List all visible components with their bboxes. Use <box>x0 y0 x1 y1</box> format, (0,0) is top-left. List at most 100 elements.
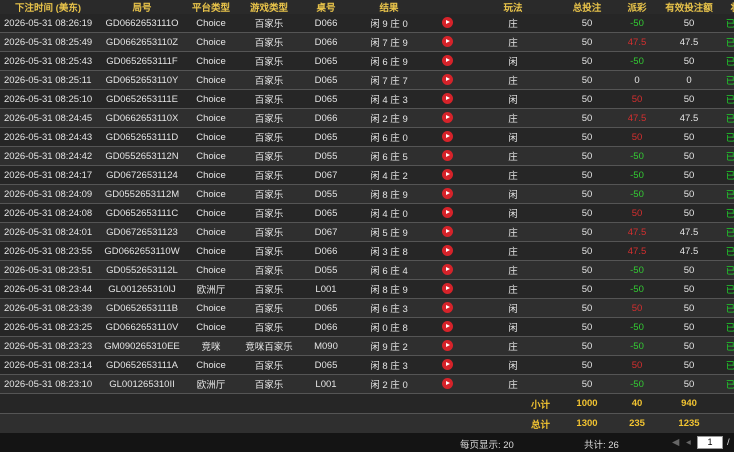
game-type-cell: 百家乐 <box>234 70 304 90</box>
status-cell: 已派彩 <box>716 222 734 242</box>
play-video-icon[interactable] <box>441 131 453 143</box>
time-cell: 2026-05-31 08:24:45 <box>0 108 96 128</box>
bet-side-cell: 庄 <box>464 165 562 185</box>
play-video-icon[interactable] <box>441 321 453 333</box>
bet-side-cell: 庄 <box>464 146 562 166</box>
empty-cell <box>234 413 304 434</box>
time-cell: 2026-05-31 08:24:08 <box>0 203 96 223</box>
play-video-icon[interactable] <box>441 264 453 276</box>
bet-side-cell: 闲 <box>464 317 562 337</box>
total-bet: 1300 <box>562 413 612 434</box>
page-number-input[interactable]: 1 <box>697 436 723 449</box>
payout-cell: -50 <box>612 336 662 356</box>
play-video-icon[interactable] <box>441 93 453 105</box>
prev-page-icon[interactable]: ◂ <box>686 437 691 448</box>
play-video-icon[interactable] <box>441 340 453 352</box>
game-type-cell: 百家乐 <box>234 14 304 33</box>
table-number-cell: D065 <box>304 355 348 375</box>
round-id-cell: GD0652653111C <box>96 203 188 223</box>
valid-bet-cell: 50 <box>662 336 716 356</box>
play-video-icon[interactable] <box>441 36 453 48</box>
payout-cell: 47.5 <box>612 222 662 242</box>
play-video-icon[interactable] <box>441 150 453 162</box>
valid-bet-cell: 50 <box>662 317 716 337</box>
payout-cell: 50 <box>612 298 662 318</box>
status-cell: 已派彩 <box>716 89 734 109</box>
total-valid: 1235 <box>662 413 716 434</box>
play-video-icon[interactable] <box>441 188 453 200</box>
table-number-cell: D065 <box>304 127 348 147</box>
play-video-icon[interactable] <box>441 207 453 219</box>
game-type-cell: 百家乐 <box>234 279 304 299</box>
time-cell: 2026-05-31 08:25:11 <box>0 70 96 90</box>
video-cell <box>430 203 464 223</box>
play-video-icon[interactable] <box>441 226 453 238</box>
video-cell <box>430 241 464 261</box>
platform-cell: 欧洲厅 <box>188 374 234 394</box>
table-row: 2026-05-31 08:24:45 GD0662653110X Choice 百家… <box>0 108 734 128</box>
table-number-cell: D055 <box>304 146 348 166</box>
play-video-icon[interactable] <box>441 17 453 29</box>
status-cell: 已派彩 <box>716 51 734 71</box>
game-type-cell: 百家乐 <box>234 51 304 71</box>
payout-cell: 50 <box>612 127 662 147</box>
result-cell: 闲 6 庄 4 <box>348 260 430 280</box>
payout-cell: 50 <box>612 203 662 223</box>
subtotal-valid: 940 <box>662 393 716 414</box>
table-number-cell: D065 <box>304 51 348 71</box>
per-page-label: 每页显示: 20 <box>460 440 514 451</box>
subtotal-label: 小计 <box>464 393 562 414</box>
time-cell: 2026-05-31 08:24:17 <box>0 165 96 185</box>
video-cell <box>430 317 464 337</box>
bet-side-cell: 庄 <box>464 14 562 33</box>
total-bet-cell: 50 <box>562 374 612 394</box>
bet-side-cell: 闲 <box>464 203 562 223</box>
play-video-icon[interactable] <box>441 112 453 124</box>
table-row: 2026-05-31 08:23:39 GD0652653111B Choice 百家… <box>0 298 734 318</box>
empty-cell <box>0 413 96 434</box>
empty-cell <box>348 413 430 434</box>
table-header: 下注时间 (美东)局号平台类型游戏类型桌号结果 玩法总投注派彩有效投注额状态 <box>0 0 734 14</box>
play-video-icon[interactable] <box>441 378 453 390</box>
payout-cell: 50 <box>612 355 662 375</box>
table-row: 2026-05-31 08:26:19 GD0662653111O Choice 百家… <box>0 14 734 33</box>
total-bet-cell: 50 <box>562 355 612 375</box>
play-video-icon[interactable] <box>441 302 453 314</box>
bet-side-cell: 庄 <box>464 241 562 261</box>
platform-cell: Choice <box>188 298 234 318</box>
pagination-bar: 每页显示: 20 共计: 26 ◀ ◂ 1 / <box>0 433 734 452</box>
empty-cell <box>96 393 188 414</box>
status-cell: 已派彩 <box>716 127 734 147</box>
time-cell: 2026-05-31 08:23:44 <box>0 279 96 299</box>
status-cell: 已派彩 <box>716 165 734 185</box>
subtotal-bet: 1000 <box>562 393 612 414</box>
play-video-icon[interactable] <box>441 55 453 67</box>
play-video-icon[interactable] <box>441 245 453 257</box>
valid-bet-cell: 50 <box>662 14 716 33</box>
video-cell <box>430 260 464 280</box>
bet-side-cell: 庄 <box>464 32 562 52</box>
play-video-icon[interactable] <box>441 359 453 371</box>
result-cell: 闲 8 庄 9 <box>348 279 430 299</box>
play-video-icon[interactable] <box>441 169 453 181</box>
time-cell: 2026-05-31 08:25:49 <box>0 32 96 52</box>
table-number-cell: D055 <box>304 260 348 280</box>
bet-side-cell: 闲 <box>464 89 562 109</box>
video-cell <box>430 374 464 394</box>
payout-cell: 47.5 <box>612 108 662 128</box>
total-bet-cell: 50 <box>562 146 612 166</box>
empty-cell <box>188 413 234 434</box>
round-id-cell: GD0662653110X <box>96 108 188 128</box>
empty-cell <box>716 393 734 414</box>
empty-cell <box>304 413 348 434</box>
video-cell <box>430 279 464 299</box>
platform-cell: 竞咪 <box>188 336 234 356</box>
payout-cell: -50 <box>612 146 662 166</box>
play-video-icon[interactable] <box>441 74 453 86</box>
play-video-icon[interactable] <box>441 283 453 295</box>
status-cell: 已派彩 <box>716 70 734 90</box>
column-header: 状态 <box>716 0 734 14</box>
total-label: 总计 <box>464 413 562 434</box>
video-cell <box>430 108 464 128</box>
first-page-icon[interactable]: ◀ <box>672 437 679 448</box>
